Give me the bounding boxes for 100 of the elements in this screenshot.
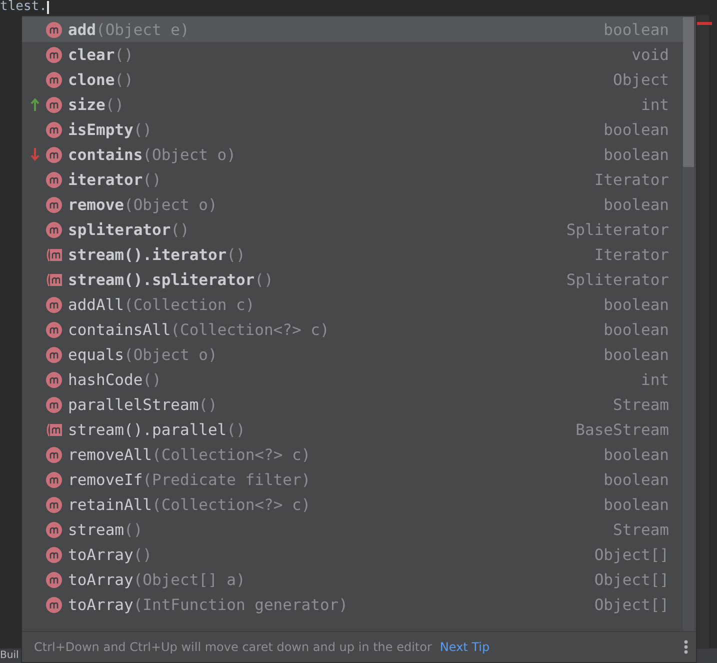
return-type: Object[] bbox=[594, 570, 669, 588]
completion-item[interactable]: iterator() Iterator bbox=[22, 167, 683, 192]
return-type: boolean bbox=[604, 446, 669, 464]
completion-item[interactable]: remove(Object o) boolean bbox=[22, 192, 683, 217]
completion-item[interactable]: removeIf(Predicate filter) boolean bbox=[22, 467, 683, 492]
completion-item[interactable]: size() int bbox=[22, 92, 683, 117]
return-type: boolean bbox=[604, 346, 669, 364]
tip-text: Ctrl+Down and Ctrl+Up will move caret down and up in the editor bbox=[34, 640, 432, 654]
method-icon bbox=[46, 196, 62, 212]
completion-item[interactable]: spliterator() Spliterator bbox=[22, 217, 683, 242]
completion-item[interactable]: parallelStream() Stream bbox=[22, 392, 683, 417]
method-name: removeIf bbox=[68, 470, 143, 488]
method-name: toArray bbox=[68, 570, 134, 588]
down-arrow-icon bbox=[30, 147, 40, 162]
completion-item[interactable]: stream().iterator() Iterator bbox=[22, 242, 683, 267]
method-params: () bbox=[105, 96, 124, 114]
method-params: (Predicate filter) bbox=[142, 470, 311, 488]
method-name: contains bbox=[68, 146, 143, 164]
return-type: Stream bbox=[613, 520, 669, 538]
scrollbar-thumb[interactable] bbox=[683, 17, 694, 167]
method-params: () bbox=[170, 220, 190, 238]
method-name: addAll bbox=[68, 296, 124, 314]
completion-item[interactable]: containsAll(Collection<?> c) boolean bbox=[22, 317, 683, 342]
completion-item[interactable]: clear() void bbox=[22, 42, 683, 67]
completion-item[interactable]: add(Object e) boolean bbox=[22, 17, 683, 42]
method-name: isEmpty bbox=[68, 120, 134, 138]
next-tip-link[interactable]: Next Tip bbox=[440, 640, 490, 654]
method-icon bbox=[46, 22, 62, 38]
return-type: Object[] bbox=[594, 546, 669, 564]
completion-item[interactable]: equals(Object o) boolean bbox=[22, 342, 683, 367]
return-type: Spliterator bbox=[566, 270, 669, 288]
method-icon bbox=[46, 396, 62, 412]
error-stripe-mark bbox=[697, 22, 712, 25]
method-name: iterator bbox=[68, 170, 143, 188]
method-icon bbox=[46, 146, 62, 162]
method-icon bbox=[46, 522, 62, 538]
completion-item[interactable]: addAll(Collection c) boolean bbox=[22, 292, 683, 317]
method-name: size bbox=[68, 96, 106, 114]
method-params: () bbox=[142, 170, 162, 188]
method-name: toArray bbox=[68, 546, 134, 564]
method-icon bbox=[46, 272, 62, 288]
method-params: () bbox=[114, 70, 134, 88]
return-type: boolean bbox=[604, 120, 669, 138]
method-icon bbox=[46, 222, 62, 238]
method-name: hashCode bbox=[68, 370, 143, 388]
method-params: () bbox=[133, 546, 152, 564]
more-options-icon[interactable] bbox=[684, 640, 688, 654]
return-type: boolean bbox=[604, 196, 669, 214]
completion-item[interactable]: removeAll(Collection<?> c) boolean bbox=[22, 442, 683, 467]
completion-item[interactable]: toArray(IntFunction generator) Object[] bbox=[22, 592, 683, 617]
method-name: containsAll bbox=[68, 320, 171, 338]
method-params: (Object o) bbox=[142, 146, 236, 164]
method-params: () bbox=[124, 520, 143, 538]
method-name: clear bbox=[68, 46, 115, 64]
return-type: boolean bbox=[604, 146, 669, 164]
method-name: stream().spliterator bbox=[68, 270, 255, 288]
method-name: clone bbox=[68, 70, 115, 88]
return-type: int bbox=[641, 96, 669, 114]
method-name: remove bbox=[68, 196, 124, 214]
method-icon bbox=[46, 172, 62, 188]
method-name: toArray bbox=[68, 596, 134, 614]
completion-item[interactable]: retainAll(Collection<?> c) boolean bbox=[22, 492, 683, 517]
up-arrow-icon bbox=[30, 97, 40, 112]
completion-item[interactable]: stream() Stream bbox=[22, 517, 683, 542]
method-name: parallelStream bbox=[68, 396, 199, 414]
method-params: () bbox=[198, 396, 218, 414]
completion-item[interactable]: toArray(Object[] a) Object[] bbox=[22, 567, 683, 592]
completion-item[interactable]: stream().parallel() BaseStream bbox=[22, 417, 683, 442]
method-name: equals bbox=[68, 346, 124, 364]
return-type: boolean bbox=[604, 296, 669, 314]
method-params: (Collection<?> c) bbox=[152, 446, 311, 464]
scrollbar[interactable] bbox=[683, 17, 694, 631]
method-params: () bbox=[226, 420, 246, 438]
return-type: void bbox=[632, 46, 669, 64]
method-icon bbox=[46, 296, 62, 312]
method-icon bbox=[46, 472, 62, 488]
completion-item[interactable]: toArray() Object[] bbox=[22, 542, 683, 567]
return-type: boolean bbox=[604, 470, 669, 488]
method-icon bbox=[46, 546, 62, 562]
method-icon bbox=[46, 422, 62, 438]
tool-window-label[interactable]: Buil bbox=[0, 649, 19, 662]
method-params: (Object[] a) bbox=[133, 570, 246, 588]
completion-item[interactable]: clone() Object bbox=[22, 67, 683, 92]
method-name: removeAll bbox=[68, 446, 152, 464]
method-icon bbox=[46, 72, 62, 88]
method-name: retainAll bbox=[68, 496, 152, 514]
completion-item[interactable]: hashCode() int bbox=[22, 367, 683, 392]
return-type: Spliterator bbox=[566, 220, 669, 238]
method-icon bbox=[46, 46, 62, 62]
code-text: tlest. bbox=[0, 0, 47, 14]
completion-item[interactable]: isEmpty() boolean bbox=[22, 117, 683, 142]
completion-item[interactable]: stream().spliterator() Spliterator bbox=[22, 267, 683, 292]
method-icon bbox=[46, 322, 62, 338]
return-type: BaseStream bbox=[576, 420, 669, 438]
return-type: Iterator bbox=[594, 170, 669, 188]
method-icon bbox=[46, 372, 62, 388]
method-icon bbox=[46, 446, 62, 462]
method-params: (Object o) bbox=[124, 196, 218, 214]
method-icon bbox=[46, 96, 62, 112]
completion-item[interactable]: contains(Object o) boolean bbox=[22, 142, 683, 167]
